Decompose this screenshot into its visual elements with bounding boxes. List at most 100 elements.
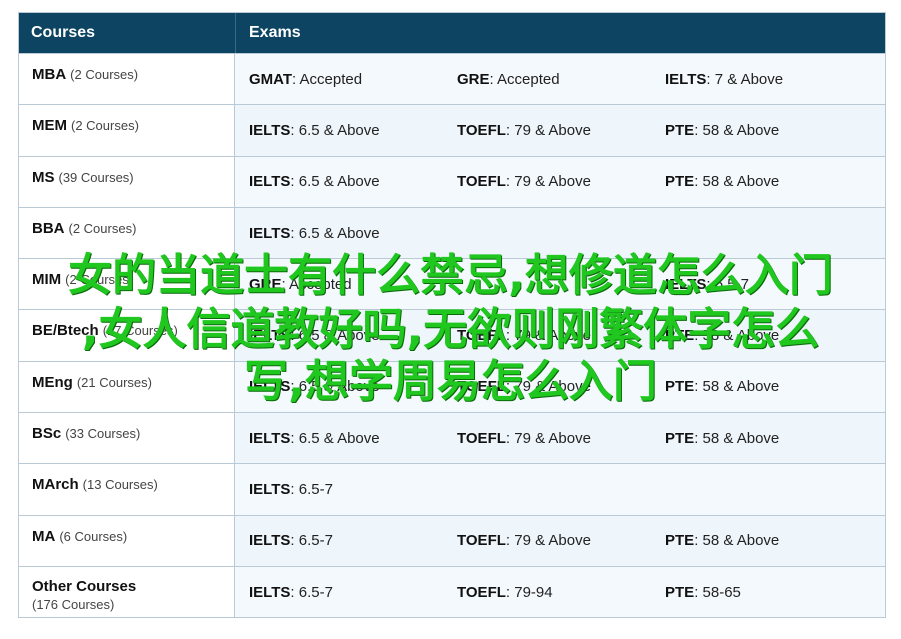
table-row: MArch (13 Courses) IELTS: 6.5-7 xyxy=(19,463,885,515)
exam-requirement: IELTS: 6.5 & Above xyxy=(235,173,443,190)
exam-requirement: PTE: 58 & Above xyxy=(651,122,859,139)
exams-cell: IELTS: 6.5 & Above TOEFL: 79 & Above PTE: … xyxy=(235,413,885,464)
header-exams: Exams xyxy=(235,13,885,53)
exam-score: : 79 & Above xyxy=(505,429,591,447)
exam-name: GMAT xyxy=(249,70,293,88)
exam-name: IELTS xyxy=(249,429,291,447)
exams-cell: IELTS: 6.5 & Above TOEFL: 79 & Above PTE: … xyxy=(235,105,885,156)
exam-score: : Accepted xyxy=(292,70,363,88)
course-name: MBA xyxy=(32,66,67,83)
exam-requirement: PTE: 58-65 xyxy=(651,584,859,601)
exam-requirement: IELTS: 6.5-7 xyxy=(235,584,443,601)
exam-score: : 58 & Above xyxy=(694,173,780,191)
course-name: MA xyxy=(32,527,56,545)
exams-cell: IELTS: 6.5-7 TOEFL: 79-94 PTE: 58-65 xyxy=(235,566,885,618)
exam-score: : 58-65 xyxy=(694,583,741,601)
course-count: (13 Courses) xyxy=(82,477,158,493)
exam-requirement: TOEFL: 79 & Above xyxy=(443,122,651,139)
overlay-text-line-3: 写,想学周易怎么入门 xyxy=(244,356,657,407)
exam-name: TOEFL xyxy=(457,173,506,191)
exam-score: : 7 & Above xyxy=(706,70,784,88)
course-cell: Other Courses (176 Courses) xyxy=(19,566,235,618)
exams-cell: IELTS: 6.5-7 xyxy=(235,464,885,515)
exam-name: TOEFL xyxy=(457,583,506,601)
table-row: MS (39 Courses) IELTS: 6.5 & Above TOEFL: 7… xyxy=(19,155,885,207)
exam-name: IELTS xyxy=(249,481,291,499)
exam-score: : 79-94 xyxy=(505,583,553,601)
exam-name: IELTS xyxy=(665,70,707,88)
course-name: MEM xyxy=(32,117,67,135)
table-row: MBA (2 Courses) GMAT: Accepted GRE: Accepte… xyxy=(19,53,885,105)
exam-requirement: TOEFL: 79-94 xyxy=(443,584,651,601)
course-count: (2 Courses) xyxy=(68,220,137,236)
exam-name: TOEFL xyxy=(457,121,506,139)
exams-cell: IELTS: 6.5-7 TOEFL: 79 & Above PTE: 58 & A… xyxy=(235,515,885,566)
exam-score: : 79 & Above xyxy=(505,173,591,191)
exam-score: : 58 & Above xyxy=(694,532,780,550)
exam-requirement: PTE: 58 & Above xyxy=(651,173,859,190)
course-name: BBA xyxy=(32,219,65,237)
exam-score: : 6.5 & Above xyxy=(290,429,380,447)
course-name: Other Courses xyxy=(32,577,137,595)
exam-score: : Accepted xyxy=(489,70,560,88)
exam-name: PTE xyxy=(665,583,695,601)
course-count: (2 Courses) xyxy=(70,67,139,82)
exam-name: TOEFL xyxy=(457,532,506,550)
exam-score: : 58 & Above xyxy=(694,429,780,447)
exam-name: IELTS xyxy=(249,583,291,601)
table-row: MEM (2 Courses) IELTS: 6.5 & Above TOEFL: 7… xyxy=(19,104,885,156)
exam-name: IELTS xyxy=(249,532,291,550)
overlay-text-line-2: ,女人信道教好吗,无欲则刚繁体字怎么 xyxy=(81,304,820,355)
course-name: BSc xyxy=(32,425,62,443)
course-cell: MS (39 Courses) xyxy=(19,156,235,207)
course-cell: MA (6 Courses) xyxy=(19,515,235,566)
course-count: (176 Courses) xyxy=(32,596,115,612)
exam-requirement: TOEFL: 79 & Above xyxy=(443,430,651,447)
header-courses: Courses xyxy=(31,24,96,41)
table-row: Other Courses (176 Courses) IELTS: 6.5-7 TO… xyxy=(19,565,885,618)
exam-requirement: IELTS: 6.5 & Above xyxy=(235,430,443,447)
course-count: (39 Courses) xyxy=(58,169,134,185)
overlay-text-line-1: 女的当道士有什么禁忌,想修道怎么入门 xyxy=(68,250,833,301)
exam-score: : 6.5 & Above xyxy=(290,224,380,242)
exam-requirement: IELTS: 7 & Above xyxy=(651,71,859,88)
exam-name: IELTS xyxy=(249,224,291,242)
exam-requirement: GMAT: Accepted xyxy=(235,71,443,88)
course-name: MArch xyxy=(32,476,79,494)
exam-score: : 6.5 & Above xyxy=(290,121,380,139)
table-header: Courses Exams xyxy=(19,13,885,53)
exam-name: PTE xyxy=(665,532,695,550)
exam-requirement: TOEFL: 79 & Above xyxy=(443,532,651,549)
exam-score: : 6.5-7 xyxy=(290,583,333,601)
exam-score: : 6.5-7 xyxy=(290,532,333,550)
course-count: (6 Courses) xyxy=(59,528,128,544)
exam-name: PTE xyxy=(665,121,695,139)
table-row: MA (6 Courses) IELTS: 6.5-7 TOEFL: 79 & Abo… xyxy=(19,514,885,566)
exam-requirement: IELTS: 6.5 & Above xyxy=(235,225,443,242)
course-count: (2 Courses) xyxy=(71,118,139,134)
exam-score: : 6.5 & Above xyxy=(290,173,380,191)
course-count: (33 Courses) xyxy=(65,426,141,442)
exam-name: GRE xyxy=(457,70,490,88)
exam-requirement: IELTS: 6.5-7 xyxy=(235,481,443,498)
exam-requirement: PTE: 58 & Above xyxy=(651,430,859,447)
exam-score: : 79 & Above xyxy=(505,121,591,139)
exam-requirement: PTE: 58 & Above xyxy=(651,532,859,549)
exam-score: : 6.5-7 xyxy=(290,481,333,499)
exam-name: IELTS xyxy=(249,121,291,139)
exam-requirement: IELTS: 6.5-7 xyxy=(235,532,443,549)
course-cell: BSc (33 Courses) xyxy=(19,413,235,464)
exam-name: IELTS xyxy=(249,173,291,191)
course-cell: MBA (2 Courses) xyxy=(19,54,235,105)
exam-name: TOEFL xyxy=(457,429,506,447)
exam-score: : 79 & Above xyxy=(505,532,591,550)
exam-score: : 58 & Above xyxy=(694,121,780,139)
exam-requirement: TOEFL: 79 & Above xyxy=(443,173,651,190)
exams-cell: IELTS: 6.5 & Above TOEFL: 79 & Above PTE: … xyxy=(235,156,885,207)
exam-name: PTE xyxy=(665,429,695,447)
table-row: BSc (33 Courses) IELTS: 6.5 & Above TOEFL: … xyxy=(19,412,885,464)
course-cell: MEM (2 Courses) xyxy=(19,105,235,156)
exam-name: PTE xyxy=(665,173,695,191)
exam-requirement: IELTS: 6.5 & Above xyxy=(235,122,443,139)
exams-cell: GMAT: Accepted GRE: Accepted IELTS: 7 & Ab… xyxy=(235,54,885,105)
